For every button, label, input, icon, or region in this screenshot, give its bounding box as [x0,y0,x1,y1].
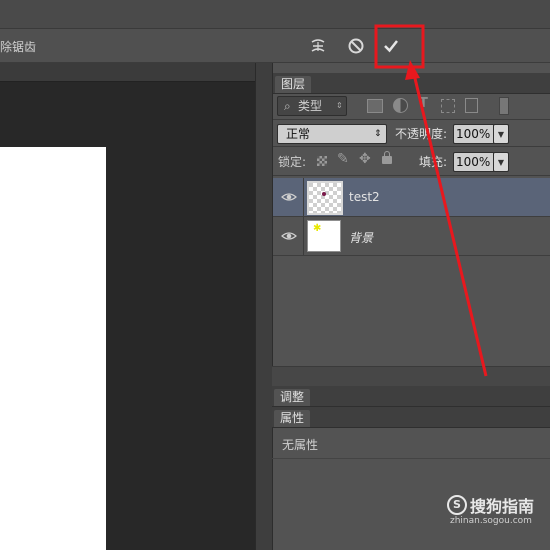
annotation-arrow [411,69,488,377]
sogou-logo-icon: S [447,495,467,515]
watermark-url: zhinan.sogou.com [450,516,532,526]
annotation-overlay [374,24,488,377]
watermark-logo: S 搜狗指南 [447,493,534,517]
watermark-text: 搜狗指南 [470,497,535,516]
highlight-box [374,24,425,69]
arrowhead [405,60,420,80]
